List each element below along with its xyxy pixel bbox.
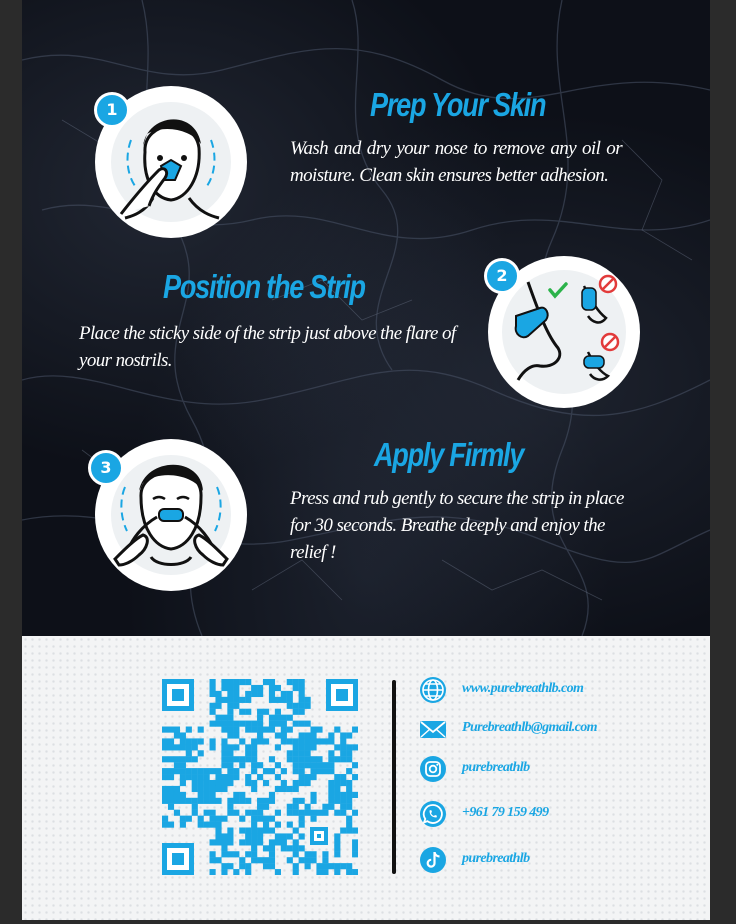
step-2-text: Place the sticky side of the strip just … [79,323,456,371]
step-3-text: Press and rub gently to secure the strip… [290,488,624,563]
step-1-text: Wash and dry your nose to remove any oil… [290,138,623,186]
contact-tiktok[interactable]: purebreathlb [418,845,698,877]
contact-instagram[interactable]: purebreathlb [418,754,698,786]
whatsapp-number[interactable]: +961 79 159 499 [462,805,549,821]
instagram-handle[interactable]: purebreathlb [462,760,530,776]
step-1-badge: 1 [94,92,130,128]
contact-whatsapp[interactable]: +961 79 159 499 [418,799,698,831]
website-link[interactable]: www.purebreathlb.com [462,681,584,697]
qr-code[interactable] [162,679,358,875]
email-link[interactable]: Purebreathlb@gmail.com [462,720,598,736]
instructions-panel: 1 Prep Your Skin Wash and dry your nose … [22,0,710,636]
contact-website[interactable]: www.purebreathlb.com [418,675,698,707]
contact-email[interactable]: Purebreathlb@gmail.com [418,714,698,746]
envelope-icon [420,721,446,738]
whatsapp-icon [420,801,446,827]
instagram-icon [420,756,446,782]
globe-icon [420,677,446,703]
contact-divider [392,680,396,874]
instruction-page: 1 Prep Your Skin Wash and dry your nose … [22,0,710,920]
tiktok-handle[interactable]: purebreathlb [462,851,530,867]
tiktok-icon [420,847,446,873]
step-2-badge: 2 [484,258,520,294]
step-3-badge: 3 [88,450,124,486]
step-2-title: Position the Strip [163,268,366,305]
step-1-title: Prep Your Skin [370,86,547,123]
step-3-title: Apply Firmly [374,436,524,473]
